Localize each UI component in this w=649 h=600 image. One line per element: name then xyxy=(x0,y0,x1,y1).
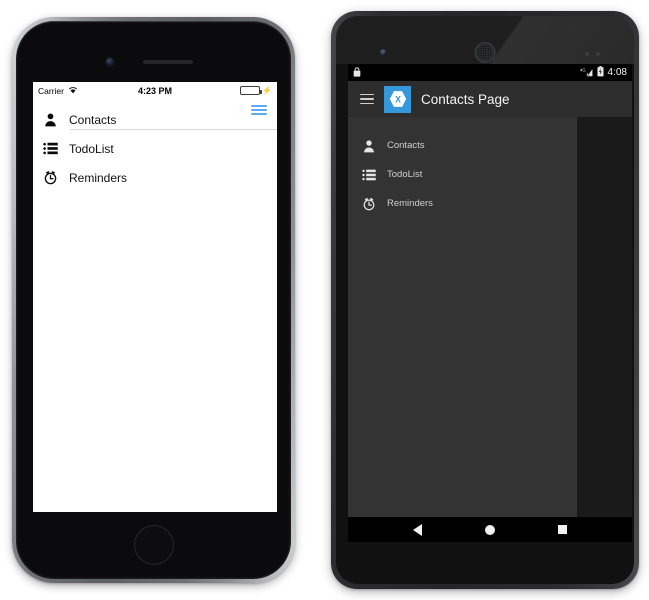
earpiece-speaker xyxy=(474,42,496,63)
person-icon xyxy=(361,138,376,153)
ios-master-menu-list: Contacts TodoList Reminders xyxy=(33,105,277,192)
list-icon xyxy=(361,167,376,182)
alarm-clock-icon xyxy=(361,196,376,211)
person-icon xyxy=(42,111,59,128)
ios-app-content: Contacts TodoList Reminders xyxy=(33,99,277,512)
iphone-device-frame: Carrier 4:23 PM ⚡ Contacts TodoList Remi… xyxy=(12,17,295,583)
ios-clock: 4:23 PM xyxy=(137,85,172,96)
earpiece-speaker xyxy=(142,60,193,64)
home-circle-icon[interactable] xyxy=(484,524,495,535)
hamburger-menu-icon[interactable] xyxy=(360,93,374,105)
xamarin-logo-icon: X xyxy=(384,85,411,113)
front-camera-icon xyxy=(380,49,387,56)
front-camera-icon xyxy=(105,58,114,66)
svg-text:X: X xyxy=(395,95,401,105)
android-status-left xyxy=(353,66,580,79)
wifi-icon xyxy=(68,86,78,96)
home-button[interactable] xyxy=(133,525,174,565)
android-app-content: Contacts TodoList Reminders xyxy=(348,117,632,517)
page-title: Contacts Page xyxy=(421,91,510,107)
menu-item-contacts[interactable]: Contacts xyxy=(33,105,277,134)
menu-item-label: Contacts xyxy=(69,112,117,127)
android-clock: 4:08 xyxy=(607,67,627,78)
ios-status-right: ⚡ xyxy=(195,86,272,95)
menu-item-label: Reminders xyxy=(69,170,128,185)
android-navigation-bar xyxy=(348,517,632,542)
svg-text:4G: 4G xyxy=(580,67,586,72)
battery-icon xyxy=(596,66,604,79)
android-screen: 4G 4:08 X Contacts Page Contacts TodoLis… xyxy=(348,64,632,542)
menu-item-label: TodoList xyxy=(69,141,114,156)
android-device-frame: 4G 4:08 X Contacts Page Contacts TodoLis… xyxy=(331,11,639,589)
menu-item-contacts[interactable]: Contacts xyxy=(348,131,577,160)
carrier-label: Carrier xyxy=(38,85,64,96)
list-icon xyxy=(42,140,59,157)
battery-icon xyxy=(240,86,263,95)
menu-item-todolist[interactable]: TodoList xyxy=(33,134,277,163)
menu-item-reminders[interactable]: Reminders xyxy=(348,189,577,218)
ios-status-left: Carrier xyxy=(38,86,115,96)
menu-item-label: Reminders xyxy=(387,198,433,209)
ios-status-bar: Carrier 4:23 PM ⚡ xyxy=(33,82,277,99)
navigation-drawer: Contacts TodoList Reminders xyxy=(348,117,577,517)
android-status-right: 4G 4:08 xyxy=(580,66,627,79)
menu-item-reminders[interactable]: Reminders xyxy=(33,163,277,192)
android-status-bar: 4G 4:08 xyxy=(348,64,632,81)
android-bezel: 4G 4:08 X Contacts Page Contacts TodoLis… xyxy=(336,16,634,584)
signal-4g-icon: 4G xyxy=(580,67,593,79)
screenshot-stage: Carrier 4:23 PM ⚡ Contacts TodoList Remi… xyxy=(0,0,649,600)
charging-bolt-icon: ⚡ xyxy=(262,85,272,95)
iphone-screen: Carrier 4:23 PM ⚡ Contacts TodoList Remi… xyxy=(33,82,277,512)
recents-square-icon[interactable] xyxy=(557,525,567,534)
sensor-dots xyxy=(585,52,600,56)
lock-icon xyxy=(353,66,361,79)
alarm-clock-icon xyxy=(42,169,59,186)
android-app-bar: X Contacts Page xyxy=(348,81,632,117)
menu-item-label: Contacts xyxy=(387,140,425,151)
back-triangle-icon[interactable] xyxy=(413,523,423,536)
menu-item-label: TodoList xyxy=(387,169,423,180)
menu-item-todolist[interactable]: TodoList xyxy=(348,160,577,189)
